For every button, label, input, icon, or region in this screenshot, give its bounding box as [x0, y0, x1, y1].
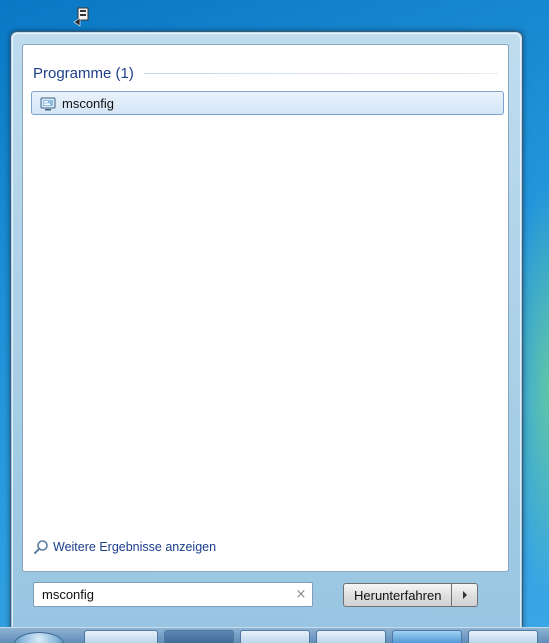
- shutdown-options-button[interactable]: [452, 583, 479, 607]
- shutdown-control: Herunterfahren: [343, 583, 479, 607]
- more-results-label: Weitere Ergebnisse anzeigen: [53, 540, 217, 554]
- triangle-right-icon: [462, 591, 467, 599]
- clear-search-icon[interactable]: ×: [290, 587, 312, 602]
- shutdown-button[interactable]: Herunterfahren: [343, 583, 453, 607]
- magnifier-icon: [33, 539, 49, 555]
- results-group-title[interactable]: Programme (1): [33, 65, 134, 82]
- more-results-link[interactable]: Weitere Ergebnisse anzeigen: [33, 539, 216, 555]
- taskbar-button[interactable]: [468, 630, 538, 643]
- search-input[interactable]: msconfig ×: [33, 582, 313, 607]
- group-divider: [143, 72, 498, 74]
- result-item-msconfig[interactable]: msconfig: [31, 91, 504, 115]
- result-item-label: msconfig: [62, 95, 115, 111]
- taskbar-button[interactable]: [84, 630, 158, 643]
- taskbar-button[interactable]: [392, 630, 462, 643]
- network-shortcut-icon[interactable]: [72, 6, 94, 28]
- taskbar-button[interactable]: [316, 630, 386, 643]
- taskbar-button[interactable]: [164, 630, 234, 643]
- taskbar-button[interactable]: [240, 630, 310, 643]
- system-configuration-icon: [40, 96, 56, 111]
- results-group-header: Programme (1): [33, 63, 498, 83]
- search-results-panel: Programme (1) msconfig Weitere Ergebniss…: [22, 44, 509, 572]
- search-input-value[interactable]: msconfig: [42, 587, 290, 602]
